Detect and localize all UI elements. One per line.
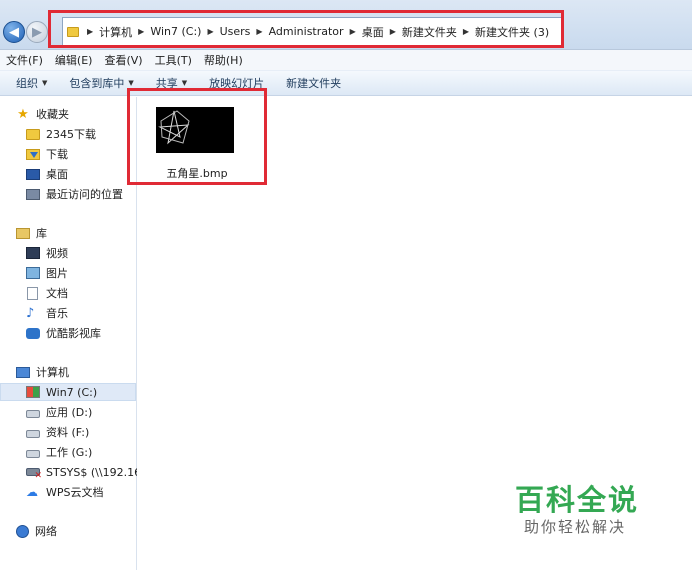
tree-item-music[interactable]: ♪ 音乐 (26, 304, 68, 322)
tree-label: 桌面 (46, 168, 68, 181)
tree-label: STSYS$ (\\192.168 (46, 465, 137, 479)
menu-edit[interactable]: 编辑(E) (55, 52, 93, 68)
tree-network[interactable]: 网络 (16, 522, 57, 540)
tree-item-documents[interactable]: 文档 (26, 284, 68, 302)
include-in-library-button[interactable]: 包含到库中 ▼ (69, 75, 133, 91)
disconnected-network-drive-icon (26, 468, 42, 481)
youku-icon (26, 327, 40, 339)
chevron-down-icon: ▼ (42, 79, 48, 87)
tree-label: 网络 (35, 525, 57, 538)
new-folder-label: 新建文件夹 (286, 77, 342, 90)
menu-help[interactable]: 帮助(H) (204, 52, 243, 68)
tree-label: 文档 (46, 287, 68, 300)
music-note-icon: ♪ (26, 305, 35, 321)
arrow-left-icon: ◀ (9, 24, 19, 40)
tree-label: 资料 (F:) (46, 426, 90, 439)
tree-label: 音乐 (46, 307, 68, 320)
watermark: 百科全说 助你轻松解决 (493, 460, 668, 545)
arrow-right-icon: ▶ (32, 24, 42, 40)
tree-item-drive-f[interactable]: 资料 (F:) (26, 423, 89, 441)
tree-item-network-drive[interactable]: STSYS$ (\\192.168 (26, 463, 137, 481)
include-in-library-label: 包含到库中 (69, 77, 125, 90)
tree-item-drive-d[interactable]: 应用 (D:) (26, 403, 92, 421)
tree-item-videos[interactable]: 视频 (26, 244, 68, 262)
folder-icon (26, 128, 40, 140)
drive-icon (26, 410, 40, 418)
download-folder-icon (26, 148, 40, 160)
library-icon (16, 227, 30, 239)
network-icon (16, 524, 29, 538)
tree-computer[interactable]: 计算机 (16, 363, 69, 381)
tree-item-drive-g[interactable]: 工作 (G:) (26, 443, 92, 461)
menu-tools[interactable]: 工具(T) (155, 52, 192, 68)
tree-label: 下载 (46, 148, 68, 161)
tree-item-desktop[interactable]: 桌面 (26, 165, 68, 183)
menu-file[interactable]: 文件(F) (6, 52, 43, 68)
computer-icon (16, 366, 30, 378)
drive-icon (26, 430, 40, 438)
back-button[interactable]: ◀ (3, 21, 25, 43)
tree-label: 最近访问的位置 (46, 188, 123, 201)
highlight-box-address (48, 10, 564, 48)
tree-item-pictures[interactable]: 图片 (26, 264, 68, 282)
organize-button[interactable]: 组织 ▼ (16, 75, 47, 91)
navigation-pane: ★ 收藏夹 2345下载 下载 桌面 最近访问的位置 库 视频 图片 文档 ♪ 音乐… (0, 97, 137, 570)
tree-item-recent-places[interactable]: 最近访问的位置 (26, 185, 123, 203)
command-bar: 组织 ▼ 包含到库中 ▼ 共享 ▼ 放映幻灯片 新建文件夹 (0, 70, 692, 96)
watermark-title: 百科全说 (515, 483, 640, 517)
recent-places-icon (26, 188, 40, 200)
tree-label: Win7 (C:) (46, 385, 98, 399)
drive-icon (26, 450, 40, 458)
tree-item-win7-drive[interactable]: Win7 (C:) (0, 383, 136, 401)
tree-label: 优酷影视库 (46, 327, 101, 340)
tree-favorites[interactable]: ★ 收藏夹 (16, 105, 69, 123)
menu-bar: 文件(F) 编辑(E) 查看(V) 工具(T) 帮助(H) (0, 50, 692, 70)
new-folder-button[interactable]: 新建文件夹 (286, 75, 341, 91)
video-icon (26, 247, 40, 259)
picture-icon (26, 267, 40, 279)
tree-label: 工作 (G:) (46, 446, 93, 459)
tree-label: 2345下载 (46, 128, 96, 141)
cloud-icon: ☁ (26, 484, 38, 499)
tree-item-wps-cloud[interactable]: ☁ WPS云文档 (26, 483, 104, 501)
tree-label: 视频 (46, 247, 68, 260)
tree-label: 收藏夹 (36, 108, 69, 121)
tree-item-2345-downloads[interactable]: 2345下载 (26, 125, 96, 143)
watermark-subtitle: 助你轻松解决 (524, 518, 627, 536)
star-icon: ★ (17, 106, 29, 122)
tree-libraries[interactable]: 库 (16, 224, 47, 242)
tree-label: WPS云文档 (46, 486, 104, 499)
forward-button[interactable]: ▶ (26, 21, 48, 43)
tree-label: 图片 (46, 267, 68, 280)
chevron-down-icon: ▼ (181, 79, 188, 87)
desktop-icon (26, 168, 40, 180)
chevron-down-icon: ▼ (128, 79, 134, 87)
windows-drive-icon (26, 386, 40, 398)
menu-view[interactable]: 查看(V) (104, 52, 142, 68)
tree-item-downloads[interactable]: 下载 (26, 145, 68, 163)
organize-label: 组织 (16, 77, 38, 90)
document-icon (27, 286, 38, 300)
tree-label: 计算机 (36, 366, 69, 379)
highlight-box-file (127, 88, 267, 185)
tree-item-youku-library[interactable]: 优酷影视库 (26, 324, 101, 342)
tree-label: 应用 (D:) (46, 406, 93, 419)
tree-label: 库 (36, 227, 47, 240)
